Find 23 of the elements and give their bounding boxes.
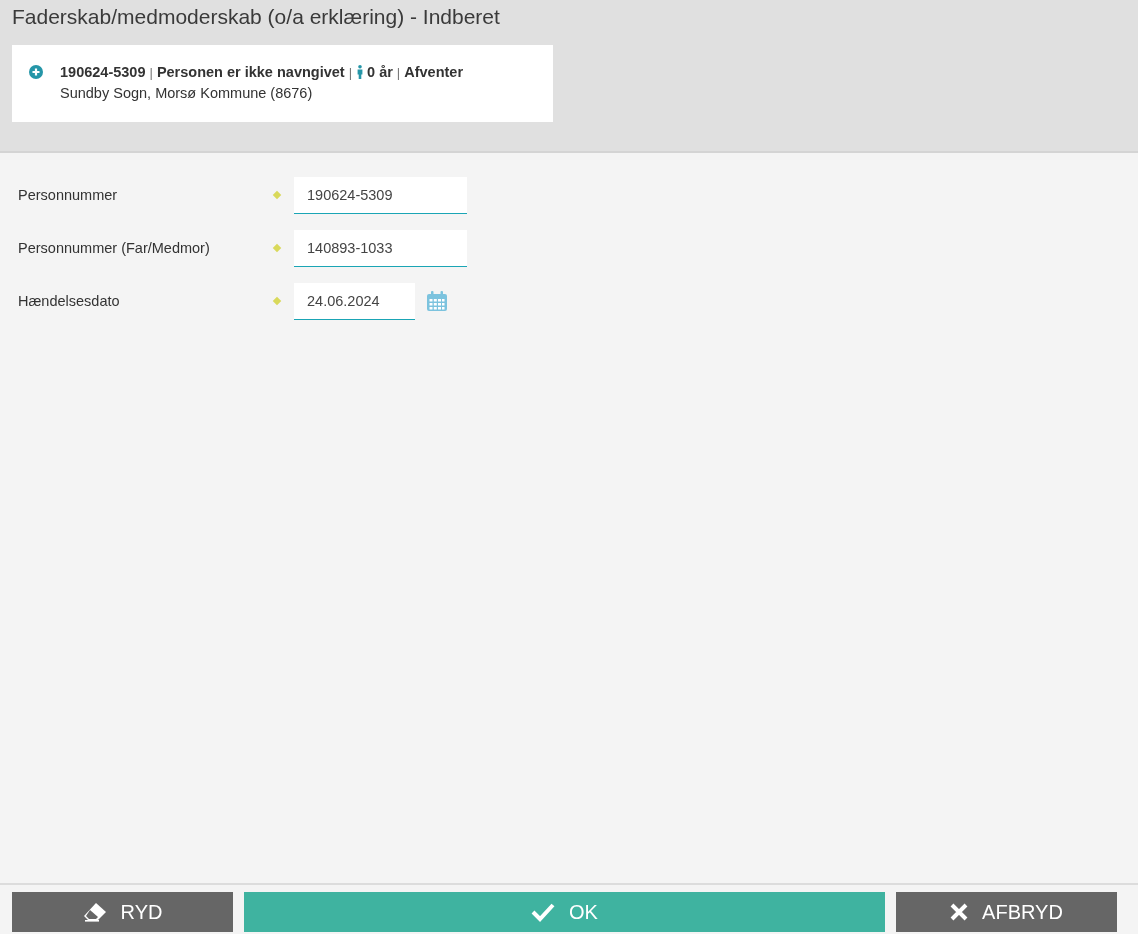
eraser-icon	[82, 902, 107, 922]
separator: |	[396, 64, 401, 80]
cancel-button[interactable]: AFBRYD	[896, 892, 1117, 932]
check-icon	[531, 902, 556, 922]
input-field[interactable]: 190624-5309	[294, 176, 467, 214]
clear-button[interactable]: RYD	[12, 892, 233, 932]
calendar-icon[interactable]	[427, 291, 447, 311]
expand-icon[interactable]	[29, 65, 43, 79]
age-text: 0 år	[367, 64, 393, 80]
close-icon	[950, 903, 969, 921]
summary-text: Afventer	[404, 64, 464, 80]
location-text: Sundby Sogn, Morsø Kommune (8676)	[60, 85, 314, 101]
input-field[interactable]: 140893-1033	[294, 229, 467, 267]
separator: |	[348, 64, 353, 80]
field-label: Personnummer	[18, 187, 119, 203]
person-icon	[357, 65, 364, 79]
window-title: Faderskab/medmoderskab (o/a erklæring) - Indberet	[12, 4, 501, 30]
field-label: Personnummer (Far/Medmor)	[18, 240, 211, 256]
summary-text: Personen er ikke navngivet	[156, 64, 345, 80]
summary-text: 190624-5309	[60, 64, 146, 80]
input-field[interactable]: 24.06.2024	[294, 282, 415, 320]
separator: |	[149, 64, 153, 80]
field-label: Hændelsesdato	[18, 293, 121, 309]
